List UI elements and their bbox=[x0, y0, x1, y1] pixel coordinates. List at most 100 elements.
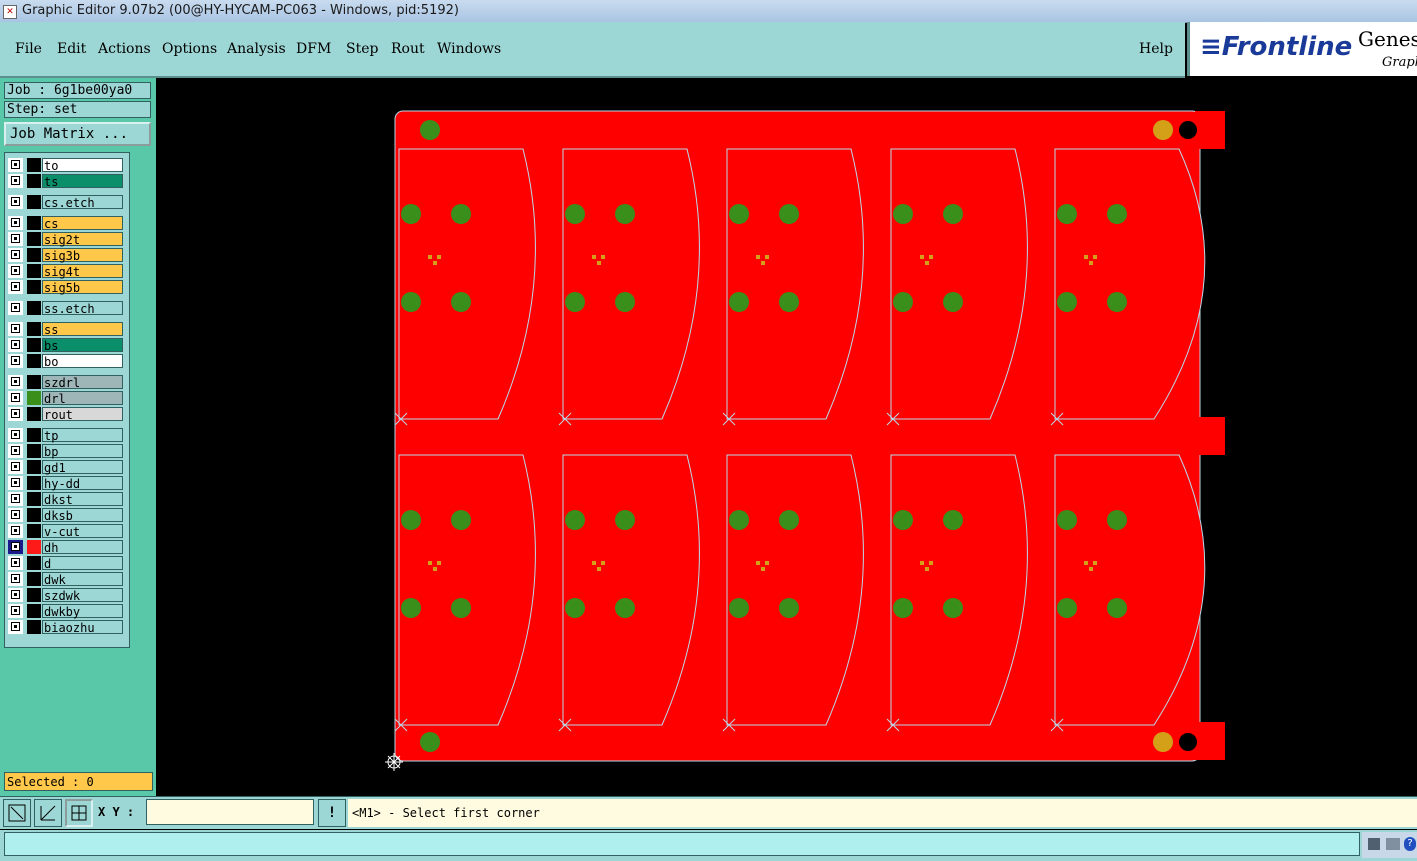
job-matrix-button[interactable]: Job Matrix ... bbox=[4, 122, 151, 146]
layer-color-swatch[interactable] bbox=[27, 428, 41, 442]
layer-checkbox[interactable] bbox=[11, 356, 20, 365]
layer-row-hy-dd[interactable]: hy-dd bbox=[5, 475, 129, 491]
layer-name[interactable]: szdwk bbox=[42, 588, 123, 603]
layer-checkbox[interactable] bbox=[11, 542, 20, 551]
layer-color-swatch[interactable] bbox=[27, 322, 41, 336]
layer-color-swatch[interactable] bbox=[27, 460, 41, 474]
layer-color-swatch[interactable] bbox=[27, 301, 41, 315]
layer-row-ss[interactable]: ss bbox=[5, 321, 129, 337]
graphic-canvas[interactable] bbox=[158, 78, 1417, 796]
menu-rout[interactable]: Rout bbox=[391, 41, 425, 57]
layer-checkbox[interactable] bbox=[11, 160, 20, 169]
layer-checkbox[interactable] bbox=[11, 393, 20, 402]
layer-row-dwkby[interactable]: dwkby bbox=[5, 603, 129, 619]
layer-color-swatch[interactable] bbox=[27, 174, 41, 188]
layer-checkbox[interactable] bbox=[11, 526, 20, 535]
layer-checkbox[interactable] bbox=[11, 430, 20, 439]
layer-row-drl[interactable]: drl bbox=[5, 390, 129, 406]
layer-row-sig3b[interactable]: sig3b bbox=[5, 247, 129, 263]
layer-name[interactable]: sig3b bbox=[42, 248, 123, 263]
layer-row-szdwk[interactable]: szdwk bbox=[5, 587, 129, 603]
menu-windows[interactable]: Windows bbox=[437, 41, 501, 57]
layer-color-swatch[interactable] bbox=[27, 508, 41, 522]
layer-row-to[interactable]: to bbox=[5, 157, 129, 173]
layer-name[interactable]: sig2t bbox=[42, 232, 123, 247]
layer-name[interactable]: cs.etch bbox=[42, 195, 123, 210]
layer-row-ts[interactable]: ts bbox=[5, 173, 129, 189]
layer-name[interactable]: ss.etch bbox=[42, 301, 123, 316]
layer-checkbox[interactable] bbox=[11, 176, 20, 185]
measure-tool-button[interactable] bbox=[34, 799, 62, 827]
layer-name[interactable]: drl bbox=[42, 391, 123, 406]
layer-checkbox[interactable] bbox=[11, 303, 20, 312]
layer-name[interactable]: v-cut bbox=[42, 524, 123, 539]
layer-name[interactable]: ss bbox=[42, 322, 123, 337]
layer-color-swatch[interactable] bbox=[27, 524, 41, 538]
layer-checkbox[interactable] bbox=[11, 409, 20, 418]
layer-color-swatch[interactable] bbox=[27, 620, 41, 634]
layer-color-swatch[interactable] bbox=[27, 556, 41, 570]
layer-checkbox[interactable] bbox=[11, 282, 20, 291]
layer-color-swatch[interactable] bbox=[27, 407, 41, 421]
layer-name[interactable]: tp bbox=[42, 428, 123, 443]
layer-name[interactable]: bp bbox=[42, 444, 123, 459]
layer-color-swatch[interactable] bbox=[27, 264, 41, 278]
layer-checkbox[interactable] bbox=[11, 494, 20, 503]
layer-checkbox[interactable] bbox=[11, 510, 20, 519]
layer-row-sig2t[interactable]: sig2t bbox=[5, 231, 129, 247]
layer-row-dh[interactable]: dh bbox=[5, 539, 129, 555]
layer-checkbox[interactable] bbox=[11, 462, 20, 471]
layer-color-swatch[interactable] bbox=[27, 604, 41, 618]
menu-edit[interactable]: Edit bbox=[57, 41, 86, 57]
layer-row-dksb[interactable]: dksb bbox=[5, 507, 129, 523]
layer-checkbox[interactable] bbox=[11, 340, 20, 349]
layer-name[interactable]: cs bbox=[42, 216, 123, 231]
board-view[interactable] bbox=[158, 78, 1417, 796]
layer-checkbox[interactable] bbox=[11, 478, 20, 487]
menu-help[interactable]: Help bbox=[1139, 41, 1173, 57]
layer-row-szdrl[interactable]: szdrl bbox=[5, 374, 129, 390]
layer-checkbox[interactable] bbox=[11, 606, 20, 615]
input-method-icon[interactable] bbox=[1386, 838, 1400, 850]
layer-name[interactable]: hy-dd bbox=[42, 476, 123, 491]
layer-checkbox[interactable] bbox=[11, 377, 20, 386]
layer-row-bo[interactable]: bo bbox=[5, 353, 129, 369]
layer-row-tp[interactable]: tp bbox=[5, 427, 129, 443]
layer-checkbox[interactable] bbox=[11, 590, 20, 599]
alert-button[interactable]: ! bbox=[318, 799, 346, 827]
layer-name[interactable]: to bbox=[42, 158, 123, 173]
layer-row-biaozhu[interactable]: biaozhu bbox=[5, 619, 129, 635]
layer-checkbox[interactable] bbox=[11, 558, 20, 567]
layer-color-swatch[interactable] bbox=[27, 354, 41, 368]
layer-checkbox[interactable] bbox=[11, 234, 20, 243]
layer-name[interactable]: biaozhu bbox=[42, 620, 123, 635]
menu-options[interactable]: Options bbox=[162, 41, 217, 57]
layer-color-swatch[interactable] bbox=[27, 572, 41, 586]
layer-row-d[interactable]: d bbox=[5, 555, 129, 571]
layer-color-swatch[interactable] bbox=[27, 280, 41, 294]
layer-checkbox[interactable] bbox=[11, 218, 20, 227]
layer-name[interactable]: dksb bbox=[42, 508, 123, 523]
keyboard-icon[interactable] bbox=[1368, 838, 1380, 850]
layer-color-swatch[interactable] bbox=[27, 391, 41, 405]
layer-name[interactable]: bo bbox=[42, 354, 123, 369]
layer-color-swatch[interactable] bbox=[27, 216, 41, 230]
layer-checkbox[interactable] bbox=[11, 446, 20, 455]
layer-name[interactable]: d bbox=[42, 556, 123, 571]
layer-name[interactable]: rout bbox=[42, 407, 123, 422]
layer-color-swatch[interactable] bbox=[27, 232, 41, 246]
menu-analysis[interactable]: Analysis bbox=[227, 41, 286, 57]
layer-name[interactable]: dh bbox=[42, 540, 123, 555]
layer-row-v-cut[interactable]: v-cut bbox=[5, 523, 129, 539]
help-icon[interactable]: ? bbox=[1404, 837, 1416, 851]
layer-name[interactable]: ts bbox=[42, 174, 123, 189]
layer-color-swatch[interactable] bbox=[27, 158, 41, 172]
layer-row-bp[interactable]: bp bbox=[5, 443, 129, 459]
layer-row-bs[interactable]: bs bbox=[5, 337, 129, 353]
layer-checkbox[interactable] bbox=[11, 197, 20, 206]
layer-row-rout[interactable]: rout bbox=[5, 406, 129, 422]
layer-checkbox[interactable] bbox=[11, 324, 20, 333]
layer-row-dwk[interactable]: dwk bbox=[5, 571, 129, 587]
layer-color-swatch[interactable] bbox=[27, 248, 41, 262]
layer-color-swatch[interactable] bbox=[27, 492, 41, 506]
